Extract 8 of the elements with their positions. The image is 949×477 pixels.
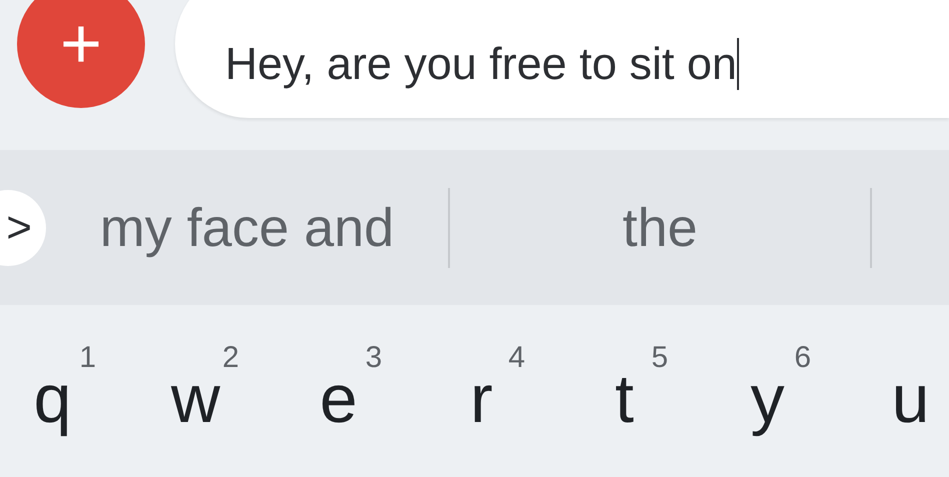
add-button[interactable]: +: [17, 0, 145, 108]
message-input-field[interactable]: Hey, are you free to sit on: [175, 0, 949, 118]
expand-button[interactable]: >: [0, 190, 46, 266]
suggestion-chip[interactable]: the: [622, 200, 698, 254]
keyboard-key[interactable]: u: [839, 335, 949, 455]
keyboard-key[interactable]: t 5: [553, 335, 696, 455]
text-cursor: [736, 38, 739, 90]
keyboard-key[interactable]: r 4: [410, 335, 553, 455]
